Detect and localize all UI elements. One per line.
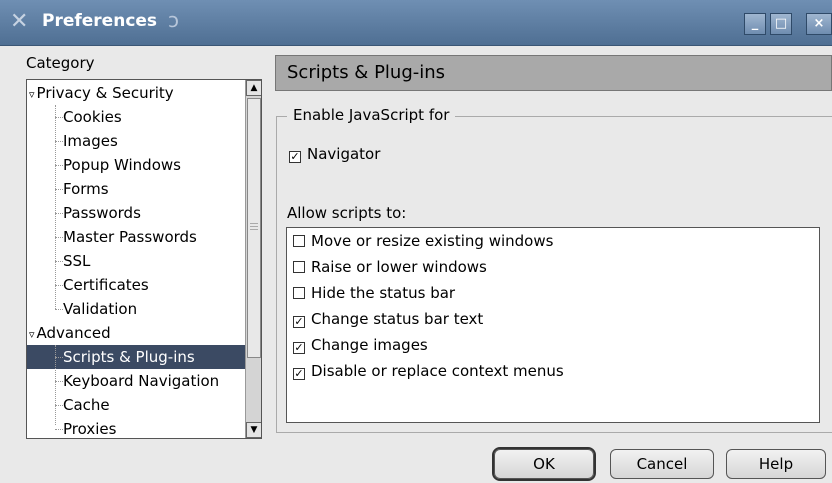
- tree-item[interactable]: ▿ Advanced: [29, 321, 111, 345]
- tree-connector: [55, 285, 63, 286]
- tree-item[interactable]: Master Passwords: [27, 225, 197, 249]
- allow-option-label: Disable or replace context menus: [311, 362, 564, 380]
- allow-option-row[interactable]: ✓ Disable or replace context menus: [293, 362, 564, 380]
- category-tree[interactable]: ▿ Privacy & Security Cookies Images Popup Wi…: [26, 79, 262, 439]
- tree-item[interactable]: Images: [27, 129, 118, 153]
- allow-scripts-list[interactable]: Move or resize existing windows Raise or …: [286, 227, 820, 423]
- navigator-checkbox[interactable]: ✓: [289, 151, 301, 163]
- tree-item-label: Cookies: [63, 108, 122, 126]
- category-label: Category: [26, 54, 95, 72]
- allow-option-checkbox[interactable]: [293, 261, 305, 273]
- allow-option-checkbox[interactable]: [293, 287, 305, 299]
- ok-button[interactable]: OK: [492, 447, 596, 481]
- expand-arrow-icon[interactable]: ▿: [29, 328, 35, 341]
- tree-connector: [55, 213, 63, 214]
- tree-item-label: Validation: [63, 300, 138, 318]
- tree-connector: [55, 189, 63, 190]
- scroll-thumb[interactable]: [247, 98, 261, 358]
- maximize-button[interactable]: □: [770, 13, 792, 35]
- navigator-checkbox-row[interactable]: ✓ Navigator: [289, 145, 380, 163]
- allow-option-label: Hide the status bar: [311, 284, 456, 302]
- tree-item[interactable]: Scripts & Plug-ins: [27, 345, 261, 369]
- allow-option-label: Raise or lower windows: [311, 258, 487, 276]
- cancel-button[interactable]: Cancel: [610, 449, 714, 479]
- tree-item[interactable]: Popup Windows: [27, 153, 181, 177]
- enable-javascript-label: Enable JavaScript for: [287, 106, 456, 124]
- tree-connector: [55, 405, 63, 406]
- panel-title: Scripts & Plug-ins: [287, 62, 446, 83]
- tree-item-label: Proxies: [63, 420, 117, 438]
- tree-item-label: Cache: [63, 396, 110, 414]
- tree-item[interactable]: Validation: [27, 297, 137, 321]
- expand-arrow-icon[interactable]: ▿: [29, 88, 35, 101]
- tree-item-label: Advanced: [36, 324, 111, 342]
- scroll-up-arrow-icon[interactable]: ▲: [246, 80, 261, 96]
- tree-item-label: Passwords: [63, 204, 141, 222]
- tree-item-label: Keyboard Navigation: [63, 372, 220, 390]
- tree-connector: [55, 237, 63, 238]
- tree-item[interactable]: Certificates: [27, 273, 149, 297]
- allow-scripts-label: Allow scripts to:: [287, 204, 407, 222]
- tree-item-label: Privacy & Security: [36, 84, 174, 102]
- allow-option-row[interactable]: Move or resize existing windows: [293, 232, 553, 250]
- allow-option-row[interactable]: ✓ Change images: [293, 336, 428, 354]
- grip-line: [250, 229, 258, 230]
- allow-option-row[interactable]: Hide the status bar: [293, 284, 455, 302]
- allow-option-checkbox[interactable]: [293, 235, 305, 247]
- tree-connector-vertical: [55, 105, 56, 309]
- tree-connector: [55, 309, 63, 310]
- tree-item-label: Popup Windows: [63, 156, 181, 174]
- allow-option-label: Change images: [311, 336, 428, 354]
- tree-connector: [55, 261, 63, 262]
- close-button[interactable]: ×: [806, 13, 832, 35]
- app-icon[interactable]: ✕: [10, 9, 28, 34]
- tree-item[interactable]: Forms: [27, 177, 109, 201]
- allow-option-checkbox[interactable]: ✓: [293, 316, 305, 328]
- allow-option-row[interactable]: ✓ Change status bar text: [293, 310, 483, 328]
- navigator-label: Navigator: [307, 145, 381, 163]
- tree-item-label: SSL: [63, 252, 91, 270]
- panel-header: Scripts & Plug-ins: [275, 55, 832, 91]
- allow-option-checkbox[interactable]: ✓: [293, 368, 305, 380]
- tree-item-label: Forms: [63, 180, 109, 198]
- tree-connector: [55, 117, 63, 118]
- tree-connector: [55, 429, 63, 430]
- tree-scrollbar[interactable]: ▲ ▼: [245, 80, 261, 438]
- grip-line: [250, 226, 258, 227]
- tree-item[interactable]: Passwords: [27, 201, 141, 225]
- tree-item[interactable]: ▿ Privacy & Security: [29, 81, 174, 105]
- tree-item-label: Certificates: [63, 276, 149, 294]
- tree-item[interactable]: Cookies: [27, 105, 122, 129]
- tree-item[interactable]: SSL: [27, 249, 90, 273]
- tree-connector: [55, 141, 63, 142]
- allow-option-checkbox[interactable]: ✓: [293, 342, 305, 354]
- tree-connector: [55, 381, 63, 382]
- tree-item-label: Scripts & Plug-ins: [63, 348, 195, 366]
- tree-connector: [55, 165, 63, 166]
- tree-item[interactable]: Proxies: [27, 417, 117, 438]
- grip-line: [250, 223, 258, 224]
- allow-option-label: Move or resize existing windows: [311, 232, 554, 250]
- tree-connector: [55, 357, 63, 358]
- tree-item-label: Master Passwords: [63, 228, 197, 246]
- tree-connector-vertical: [55, 345, 56, 425]
- minimize-button[interactable]: _: [744, 13, 766, 35]
- allow-option-label: Change status bar text: [311, 310, 484, 328]
- allow-option-row[interactable]: Raise or lower windows: [293, 258, 487, 276]
- help-button[interactable]: Help: [726, 449, 826, 479]
- title-bar[interactable]: ✕ Preferences ↄ _ □ ×: [0, 0, 832, 46]
- window-title: Preferences: [42, 11, 158, 31]
- tree-item-label: Images: [63, 132, 118, 150]
- swirl-icon: ↄ: [168, 8, 179, 32]
- scroll-down-arrow-icon[interactable]: ▼: [246, 422, 261, 438]
- tree-item[interactable]: Cache: [27, 393, 110, 417]
